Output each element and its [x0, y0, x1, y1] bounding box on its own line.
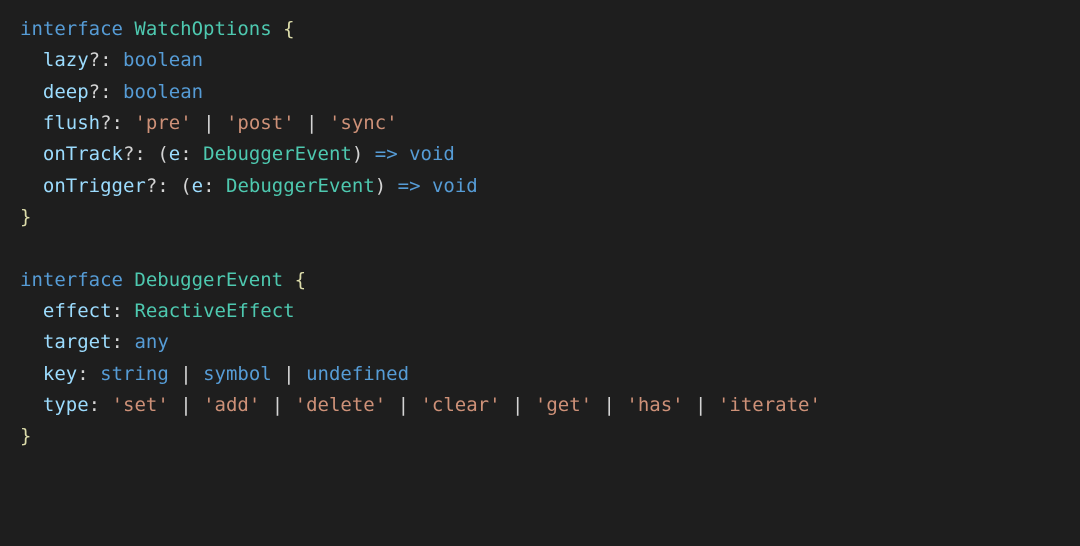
optional-colon: ?:	[123, 143, 146, 165]
pipe: |	[272, 363, 306, 385]
colon: :	[77, 363, 88, 385]
keyword-interface: interface	[20, 269, 123, 291]
colon: :	[89, 394, 100, 416]
type-reactiveeffect: ReactiveEffect	[134, 300, 294, 322]
space	[386, 175, 397, 197]
space	[398, 143, 409, 165]
space	[123, 269, 134, 291]
brace-close: }	[20, 425, 31, 447]
paren-close: )	[375, 175, 386, 197]
colon: :	[112, 331, 123, 353]
indent	[20, 300, 43, 322]
str-get: 'get'	[535, 394, 592, 416]
space	[283, 269, 294, 291]
indent	[20, 143, 43, 165]
keyword-interface: interface	[20, 18, 123, 40]
space	[112, 49, 123, 71]
space	[215, 175, 226, 197]
pipe: |	[386, 394, 420, 416]
space	[112, 81, 123, 103]
space	[123, 331, 134, 353]
space	[100, 394, 111, 416]
str-delete: 'delete'	[295, 394, 387, 416]
pipe: |	[192, 112, 226, 134]
space	[146, 143, 157, 165]
type-string: string	[100, 363, 169, 385]
optional-colon: ?:	[100, 112, 123, 134]
indent	[20, 112, 43, 134]
indent	[20, 175, 43, 197]
paren-open: (	[180, 175, 191, 197]
type-debuggerevent: DebuggerEvent	[226, 175, 375, 197]
type-boolean: boolean	[123, 49, 203, 71]
indent	[20, 363, 43, 385]
param-e: e	[192, 175, 203, 197]
optional-colon: ?:	[89, 81, 112, 103]
pipe: |	[501, 394, 535, 416]
prop-deep: deep	[43, 81, 89, 103]
str-pre: 'pre'	[134, 112, 191, 134]
str-iterate: 'iterate'	[718, 394, 821, 416]
brace-open: {	[295, 269, 306, 291]
str-has: 'has'	[626, 394, 683, 416]
type-debuggerevent: DebuggerEvent	[203, 143, 352, 165]
pipe: |	[684, 394, 718, 416]
colon: :	[112, 300, 123, 322]
type-undefined: undefined	[306, 363, 409, 385]
arrow: =>	[398, 175, 421, 197]
prop-effect: effect	[43, 300, 112, 322]
type-void: void	[432, 175, 478, 197]
pipe: |	[592, 394, 626, 416]
prop-flush: flush	[43, 112, 100, 134]
paren-open: (	[157, 143, 168, 165]
type-debuggerevent: DebuggerEvent	[134, 269, 283, 291]
prop-key: key	[43, 363, 77, 385]
type-symbol: symbol	[203, 363, 272, 385]
param-e: e	[169, 143, 180, 165]
prop-target: target	[43, 331, 112, 353]
type-boolean: boolean	[123, 81, 203, 103]
space	[169, 175, 180, 197]
type-void: void	[409, 143, 455, 165]
str-sync: 'sync'	[329, 112, 398, 134]
prop-lazy: lazy	[43, 49, 89, 71]
code-block: interface WatchOptions { lazy?: boolean …	[20, 14, 1060, 453]
type-any: any	[134, 331, 168, 353]
prop-ontrack: onTrack	[43, 143, 123, 165]
colon: :	[203, 175, 214, 197]
space	[123, 300, 134, 322]
brace-open: {	[283, 18, 294, 40]
space	[192, 143, 203, 165]
arrow: =>	[375, 143, 398, 165]
pipe: |	[169, 363, 203, 385]
optional-colon: ?:	[146, 175, 169, 197]
prop-ontrigger: onTrigger	[43, 175, 146, 197]
space	[272, 18, 283, 40]
indent	[20, 49, 43, 71]
pipe: |	[169, 394, 203, 416]
pipe: |	[295, 112, 329, 134]
str-set: 'set'	[112, 394, 169, 416]
str-post: 'post'	[226, 112, 295, 134]
space	[421, 175, 432, 197]
str-clear: 'clear'	[420, 394, 500, 416]
indent	[20, 331, 43, 353]
brace-close: }	[20, 206, 31, 228]
pipe: |	[260, 394, 294, 416]
space	[123, 112, 134, 134]
space	[123, 18, 134, 40]
type-watchoptions: WatchOptions	[134, 18, 271, 40]
prop-type: type	[43, 394, 89, 416]
paren-close: )	[352, 143, 363, 165]
space	[363, 143, 374, 165]
str-add: 'add'	[203, 394, 260, 416]
colon: :	[180, 143, 191, 165]
indent	[20, 394, 43, 416]
indent	[20, 81, 43, 103]
space	[89, 363, 100, 385]
optional-colon: ?:	[89, 49, 112, 71]
